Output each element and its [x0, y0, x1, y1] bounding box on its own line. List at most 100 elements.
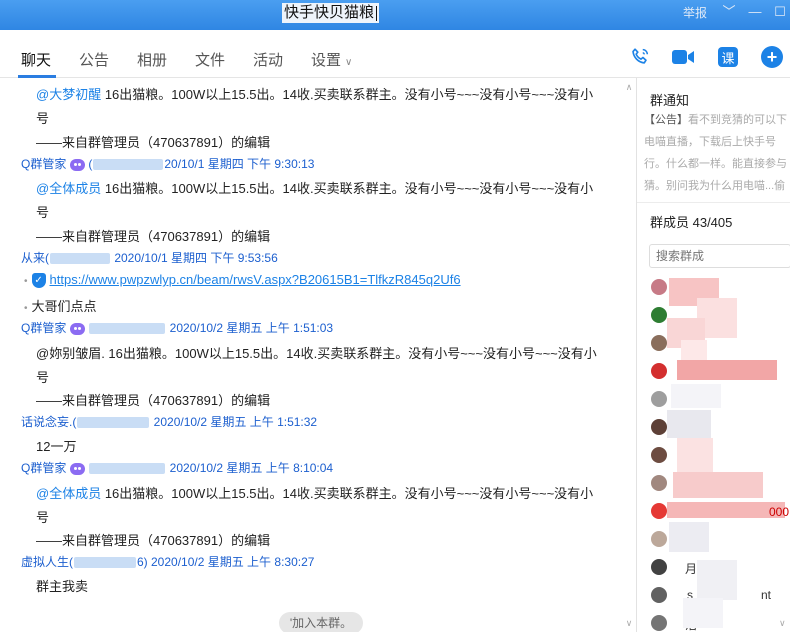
shield-icon: ✓: [31, 273, 46, 289]
edit-footer: ——来自群管理员（470637891）的编辑: [36, 393, 271, 408]
avatar: [651, 279, 667, 295]
avatar: [651, 531, 667, 547]
members-title: 群成员 43/405: [650, 215, 733, 230]
video-call-icon[interactable]: [671, 45, 695, 69]
link-line: • ✓ https://www.pwpzwlyp.cn/beam/rwsV.aspx…: [24, 272, 461, 289]
message-text-wrap: 号: [36, 370, 50, 385]
message-text: 群主我卖: [36, 579, 89, 594]
avatar: [651, 419, 667, 435]
message-header: Q群管家 2020/10/2 星期五 上午 8:10:04: [21, 459, 333, 476]
bot-icon: [70, 462, 86, 475]
mention[interactable]: @全体成员: [36, 486, 101, 501]
timestamp: 2020/10/2 星期五 上午 1:51:03: [166, 321, 334, 335]
edit-footer: ——来自群管理员（470637891）的编辑: [36, 229, 271, 244]
plus-icon[interactable]: +: [761, 46, 783, 68]
member-name: 000: [769, 505, 790, 519]
timestamp: 2020/10/1 星期四 下午 9:53:56: [111, 251, 278, 265]
timestamp: 2020/10/2 星期五 上午 8:30:27: [147, 555, 315, 569]
avatar: [651, 587, 667, 603]
sender-name[interactable]: Q群管家: [21, 321, 66, 335]
message-text-wrap: 号: [36, 510, 50, 525]
edit-footer: ——来自群管理员（470637891）的编辑: [36, 135, 271, 150]
dropdown-icon[interactable]: ﹀: [721, 4, 737, 20]
redacted-id: [77, 417, 150, 429]
tab-settings[interactable]: 设置 ∨: [311, 49, 352, 70]
redacted-id: [74, 557, 136, 569]
scroll-down-icon[interactable]: ∨: [779, 618, 786, 629]
message-text: @妳别皱眉. 16出猫粮。100W以上15.5出。14收.买卖联系群主。没有小号…: [36, 346, 597, 361]
avatar: [651, 503, 667, 519]
tab-chat[interactable]: 聊天: [21, 49, 51, 70]
maximize-icon[interactable]: ☐: [772, 4, 788, 20]
course-icon[interactable]: 课: [718, 47, 738, 67]
redacted-id: [50, 253, 110, 265]
tab-album[interactable]: 相册: [137, 49, 167, 70]
message-header: 虚拟人生( 6) 2020/10/2 星期五 上午 8:30:27: [21, 553, 314, 570]
message-header: Q群管家 2020/10/2 星期五 上午 1:51:03: [21, 319, 333, 336]
notice-line: 电喵直播，下载后上快手号: [644, 136, 776, 148]
timestamp: 2020/10/2 星期五 上午 1:51:32: [150, 415, 318, 429]
message-body: 16出猫粮。100W以上15.5出。14收.买卖联系群主。没有小号~~~没有小号…: [101, 87, 594, 102]
mention[interactable]: @大梦初醒: [36, 87, 101, 102]
avatar: [651, 363, 667, 379]
avatar: [651, 615, 667, 631]
message-text: @全体成员 16出猫粮。100W以上15.5出。14收.买卖联系群主。没有小号~…: [36, 483, 593, 502]
message-body: 大哥们点点: [31, 299, 97, 314]
member-name: nt: [761, 588, 772, 602]
notice-content[interactable]: 【公告】看不到竞猜的可以下 电喵直播，下载后上快手号 行。什么都一样。能直接参与…: [644, 109, 790, 197]
avatar: [651, 307, 667, 323]
notice-line-text: 看不到竞猜的可以下: [688, 114, 787, 126]
message-text: @全体成员 16出猫粮。100W以上15.5出。14收.买卖联系群主。没有小号~…: [36, 178, 593, 197]
scroll-up-icon[interactable]: ∧: [624, 82, 634, 92]
chat-scrollbar[interactable]: ∧ ∨: [622, 78, 636, 632]
message-body: 16出猫粮。100W以上15.5出。14收.买卖联系群主。没有小号~~~没有小号…: [101, 486, 594, 501]
report-button[interactable]: 举报: [683, 4, 707, 21]
message-text: @大梦初醒 16出猫粮。100W以上15.5出。14收.买卖联系群主。没有小号~…: [36, 84, 593, 103]
message-header: 话说念妄.( 2020/10/2 星期五 上午 1:51:32: [21, 413, 317, 430]
notice-tag: 【公告】: [644, 114, 688, 126]
message-header: Q群管家 (20/10/1 星期四 下午 9:30:13: [21, 155, 314, 172]
avatar: [651, 447, 667, 463]
redacted-id: [93, 159, 164, 171]
sender-tail: 6): [137, 555, 148, 569]
minimize-icon[interactable]: —: [747, 4, 763, 20]
member-search-input[interactable]: [649, 244, 790, 268]
message-body: 16出猫粮。100W以上15.5出。14收.买卖联系群主。没有小号~~~没有小号…: [101, 181, 594, 196]
sender-name[interactable]: 话说念妄.(: [21, 415, 76, 429]
message-text: • 大哥们点点: [24, 296, 97, 315]
nav-bar: 聊天 公告 相册 文件 活动 设置 ∨ 课 +: [0, 30, 790, 78]
bullet-icon: •: [24, 303, 28, 314]
join-group-button[interactable]: '加入本群。: [279, 612, 363, 632]
sender-name[interactable]: Q群管家: [21, 461, 66, 475]
sender-paren: (: [88, 157, 93, 171]
member-item[interactable]: [649, 444, 789, 466]
notice-line: 猜。别问我为什么用电喵...偷: [644, 180, 786, 192]
text-cursor: [376, 5, 378, 21]
redacted-name: [669, 522, 709, 552]
redacted-name: [677, 438, 713, 472]
tab-settings-label: 设置: [311, 52, 342, 69]
edit-footer: ——来自群管理员（470637891）的编辑: [36, 533, 271, 548]
chevron-down-icon: ∨: [345, 57, 353, 68]
redacted-name: [683, 598, 723, 628]
tab-activity[interactable]: 活动: [253, 49, 283, 70]
avatar: [651, 335, 667, 351]
title-bar: 快手快贝猫粮 举报 ﹀ — ☐: [0, 0, 790, 30]
redacted-name: [681, 340, 707, 362]
voice-call-icon[interactable]: [628, 45, 652, 69]
timestamp: 2020/10/2 星期五 上午 8:10:04: [166, 461, 334, 475]
sender-name[interactable]: 从来(: [21, 251, 49, 265]
window-title-text: 快手快贝猫粮: [284, 4, 375, 21]
window-title[interactable]: 快手快贝猫粮: [282, 3, 380, 23]
sender-name[interactable]: 虚拟人生(: [21, 555, 73, 569]
sender-name[interactable]: Q群管家: [21, 157, 66, 171]
message-link[interactable]: https://www.pwpzwlyp.cn/beam/rwsV.aspx?B…: [50, 272, 461, 287]
mention[interactable]: @全体成员: [36, 181, 101, 196]
tab-announcement[interactable]: 公告: [79, 49, 109, 70]
bullet-icon: •: [24, 276, 28, 287]
redacted-id: [89, 323, 166, 335]
tab-files[interactable]: 文件: [195, 49, 225, 70]
redacted-name: [673, 472, 763, 498]
bot-icon: [70, 158, 86, 171]
scroll-down-icon[interactable]: ∨: [624, 618, 634, 628]
